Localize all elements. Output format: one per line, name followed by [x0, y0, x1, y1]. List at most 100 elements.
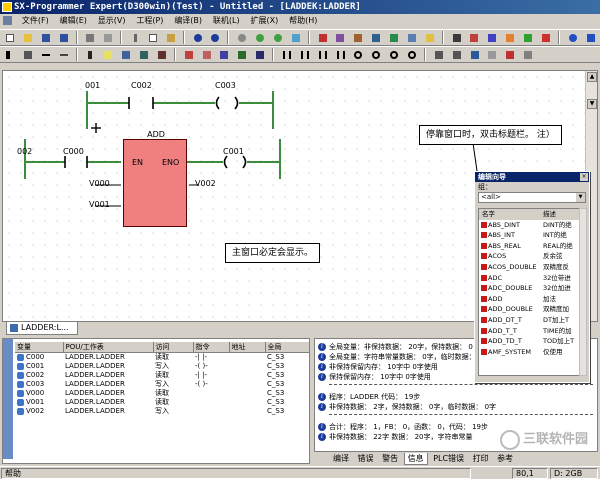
output-variable[interactable]: V002 [195, 179, 216, 188]
list-item[interactable]: ADC_DOUBLE 32位加进 [479, 283, 579, 294]
stop-icon[interactable] [539, 31, 552, 44]
scroll-up-icon[interactable]: ▲ [587, 72, 597, 82]
col-name[interactable]: 名字 [482, 210, 495, 218]
tab-ladder[interactable]: LADDER:L... [6, 322, 78, 335]
tab-compile[interactable]: 编译 [330, 453, 352, 464]
col-description[interactable]: 描述 [543, 209, 556, 220]
input2-variable[interactable]: V001 [89, 200, 110, 209]
text-icon[interactable] [83, 48, 96, 61]
function-list-scrollbar[interactable] [579, 208, 587, 376]
compile-icon[interactable] [316, 31, 329, 44]
menu-online[interactable]: 联机(L) [209, 14, 244, 28]
close-icon[interactable]: × [580, 173, 588, 181]
menu-extras[interactable]: 扩展(X) [247, 14, 283, 28]
save-all-icon[interactable] [57, 31, 70, 44]
copy-icon[interactable] [146, 31, 159, 44]
project-tree-icon[interactable] [369, 31, 382, 44]
download-icon[interactable] [467, 31, 480, 44]
jump-icon[interactable] [137, 48, 150, 61]
col-address[interactable]: 地址 [229, 342, 266, 353]
tab-plc-errors[interactable]: PLC错误 [430, 453, 467, 464]
zoom-icon[interactable] [289, 31, 302, 44]
menu-edit[interactable]: 编辑(E) [56, 14, 91, 28]
list-item[interactable]: ABS_INT INT的绝 [479, 230, 579, 241]
rung1-coil-label[interactable]: C003 [215, 81, 236, 90]
redo-icon[interactable] [208, 31, 221, 44]
toggle-icon[interactable] [503, 48, 516, 61]
list-item[interactable]: ADC 32位带进 [479, 273, 579, 284]
find-icon[interactable] [235, 31, 248, 44]
list-item[interactable]: ADD_TD_T TOD加上T [479, 336, 579, 347]
table-row[interactable]: C000 LADDER.LADDER 读取 -| |- C_S3 [15, 353, 309, 363]
series-branch-icon[interactable] [450, 48, 463, 61]
table-row[interactable]: V000 LADDER.LADDER 读取 C_S3 [15, 389, 309, 398]
tab-errors[interactable]: 错误 [355, 453, 377, 464]
print-preview-icon[interactable] [101, 31, 114, 44]
parallel-branch-icon[interactable] [432, 48, 445, 61]
new-file-icon[interactable] [3, 31, 16, 44]
grid-icon[interactable] [485, 48, 498, 61]
help-icon[interactable] [566, 31, 579, 44]
comment-icon[interactable] [101, 48, 114, 61]
rung2-rail-label[interactable]: 002 [17, 147, 32, 156]
print-icon[interactable] [83, 31, 96, 44]
coil-set-icon[interactable] [387, 48, 400, 61]
input-icon[interactable] [235, 48, 248, 61]
coil-reset-icon[interactable] [405, 48, 418, 61]
contact-nc-icon[interactable] [298, 48, 311, 61]
cut-icon[interactable] [128, 31, 141, 44]
list-item[interactable]: ADD_T_T TIME的加 [479, 326, 579, 337]
rung2-coil-label[interactable]: C001 [223, 147, 244, 156]
label-icon[interactable] [119, 48, 132, 61]
rung2-contact-label[interactable]: C000 [63, 147, 84, 156]
coil-neg-icon[interactable] [369, 48, 382, 61]
save-icon[interactable] [39, 31, 52, 44]
variable-icon[interactable] [217, 48, 230, 61]
menu-build[interactable]: 编译(B) [170, 14, 206, 28]
output-icon[interactable] [253, 48, 266, 61]
tab-reference[interactable]: 参考 [494, 453, 516, 464]
paste-icon[interactable] [164, 31, 177, 44]
coil-icon[interactable] [351, 48, 364, 61]
undo-icon[interactable] [191, 31, 204, 44]
list-item[interactable]: ADD_DOUBLE 双精度加 [479, 304, 579, 315]
col-global[interactable]: 全局 [265, 342, 309, 353]
col-variable[interactable]: 变量 [15, 342, 64, 353]
zoom-out-icon[interactable] [271, 31, 284, 44]
list-item[interactable]: ADD_DT_T DT加上T [479, 315, 579, 326]
return-icon[interactable] [155, 48, 168, 61]
tab-print[interactable]: 打印 [470, 453, 492, 464]
menu-view[interactable]: 显示(V) [94, 14, 130, 28]
rung1-contact1-label[interactable]: 001 [85, 81, 100, 90]
scroll-down-icon[interactable]: ▼ [587, 99, 597, 109]
library-icon[interactable] [387, 31, 400, 44]
list-item[interactable]: ABS_REAL REAL的绝 [479, 241, 579, 252]
table-row[interactable]: V001 LADDER.LADDER 读取 C_S3 [15, 398, 309, 407]
network-icon[interactable] [468, 48, 481, 61]
context-help-icon[interactable] [584, 31, 597, 44]
build-icon[interactable] [333, 31, 346, 44]
table-row[interactable]: C002 LADDER.LADDER 读取 -| |- C_S3 [15, 371, 309, 380]
tab-info[interactable]: 信息 [403, 453, 428, 465]
rung1-contact2-label[interactable]: C002 [131, 81, 152, 90]
rebuild-icon[interactable] [351, 31, 364, 44]
contact-n-icon[interactable] [334, 48, 347, 61]
function-icon[interactable] [200, 48, 213, 61]
run-icon[interactable] [521, 31, 534, 44]
col-access[interactable]: 访问 [153, 342, 194, 353]
polyline-icon[interactable] [57, 48, 70, 61]
chevron-down-icon[interactable]: ▼ [576, 193, 585, 202]
panel-side-tab[interactable] [3, 339, 13, 459]
tab-warnings[interactable]: 警告 [379, 453, 401, 464]
cursor-icon[interactable] [3, 48, 16, 61]
upload-icon[interactable] [485, 31, 498, 44]
message-icon[interactable] [423, 31, 436, 44]
add-function-block[interactable]: ADD EN ENO [123, 130, 187, 227]
col-pou[interactable]: POU/工作表 [63, 342, 154, 353]
settings-icon[interactable] [521, 48, 534, 61]
list-item[interactable]: AMF_SYSTEM 仅使用 [479, 347, 579, 358]
menu-project[interactable]: 工程(P) [132, 14, 167, 28]
monitor-icon[interactable] [503, 31, 516, 44]
list-item[interactable]: ACOS 反余弦 [479, 251, 579, 262]
col-instruction[interactable]: 指令 [193, 342, 230, 353]
